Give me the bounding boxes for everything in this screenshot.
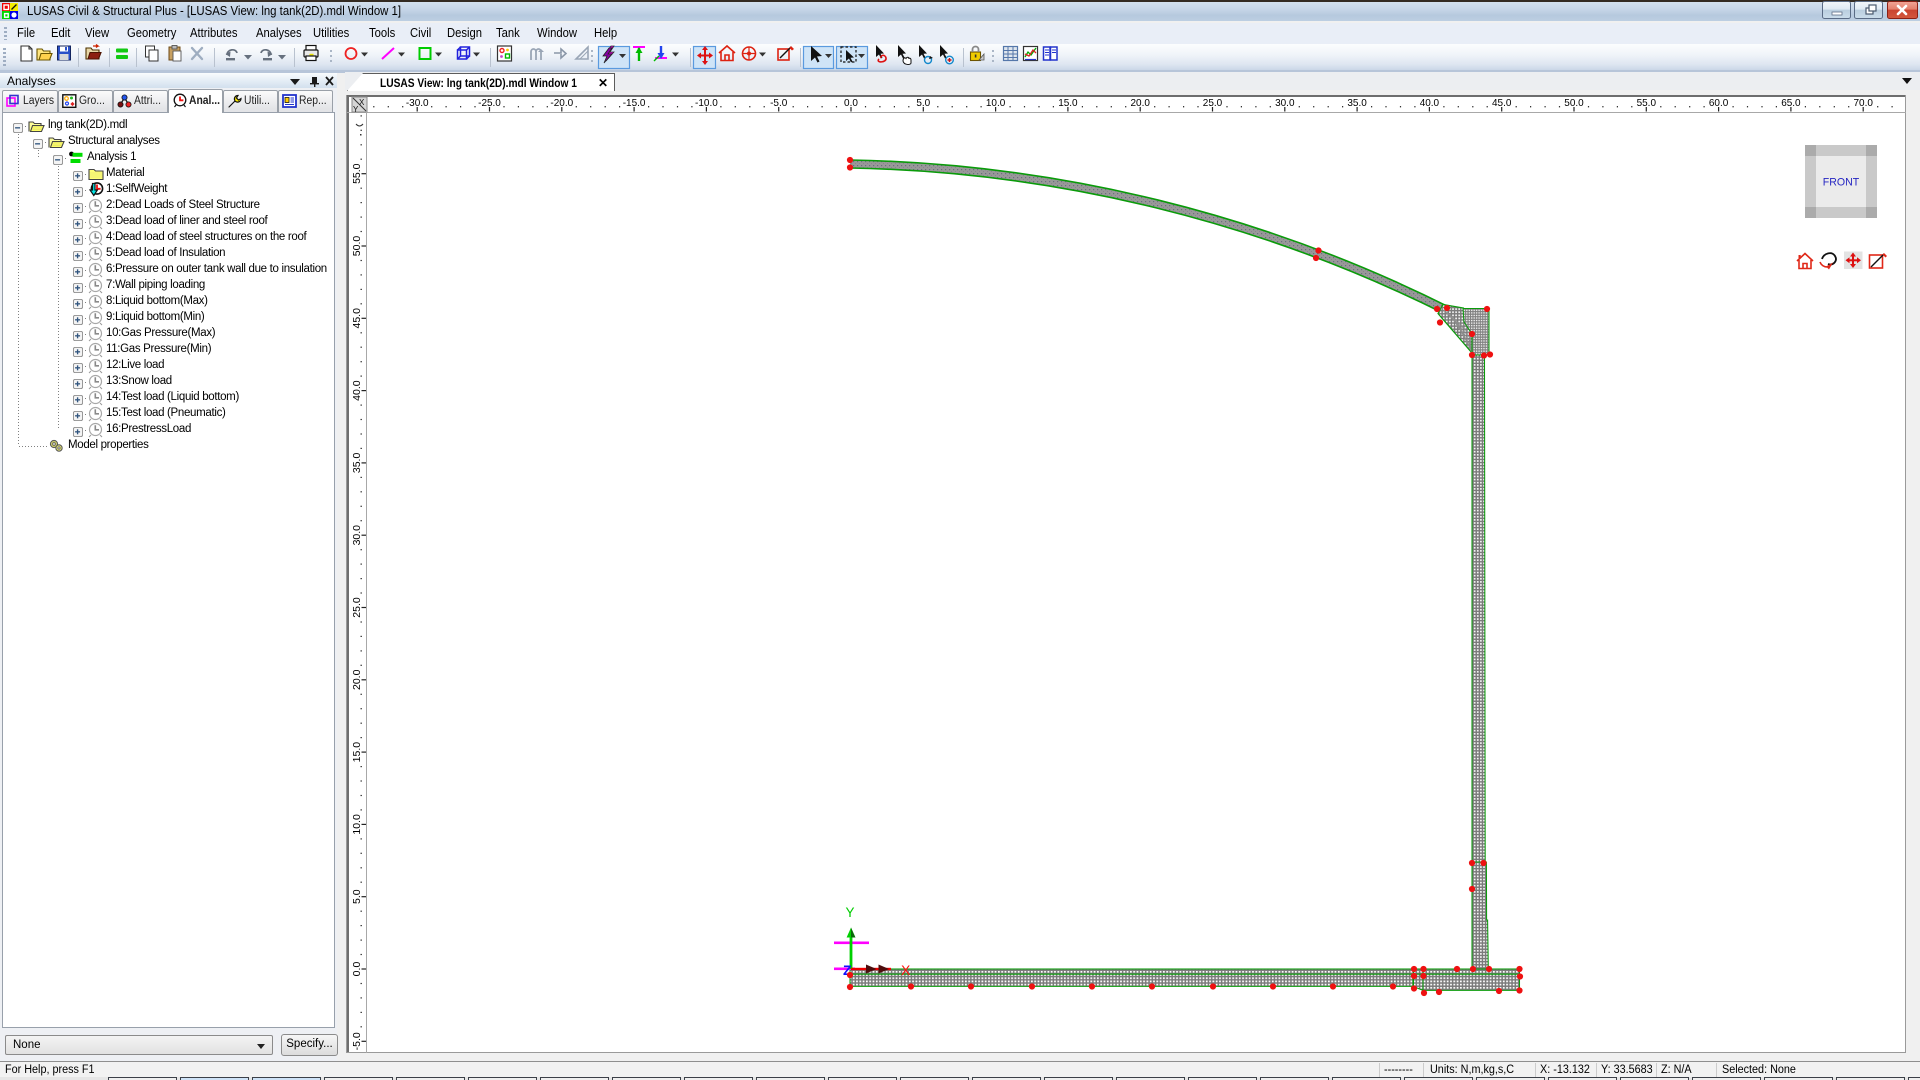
svg-text:35.0: 35.0 (351, 453, 363, 474)
svg-text:-5.0: -5.0 (351, 1032, 363, 1050)
svg-text:25.0: 25.0 (351, 597, 363, 618)
svg-text:50.0: 50.0 (351, 236, 363, 257)
svg-text:45.0: 45.0 (351, 308, 363, 329)
svg-text:10.0: 10.0 (351, 814, 363, 835)
svg-text:Y: Y (846, 905, 855, 920)
svg-text:55.0: 55.0 (351, 163, 363, 184)
svg-text:Y: Y (353, 105, 359, 114)
svg-text:0.0: 0.0 (351, 962, 363, 977)
svg-text:X: X (901, 962, 911, 978)
svg-text:40.0: 40.0 (351, 380, 363, 401)
svg-text:15.0: 15.0 (351, 742, 363, 763)
svg-text:X: X (359, 98, 365, 107)
svg-text:20.0: 20.0 (351, 669, 363, 690)
svg-text:5.0: 5.0 (351, 889, 363, 904)
svg-text:FRONT: FRONT (1823, 176, 1860, 188)
svg-text:30.0: 30.0 (351, 525, 363, 546)
